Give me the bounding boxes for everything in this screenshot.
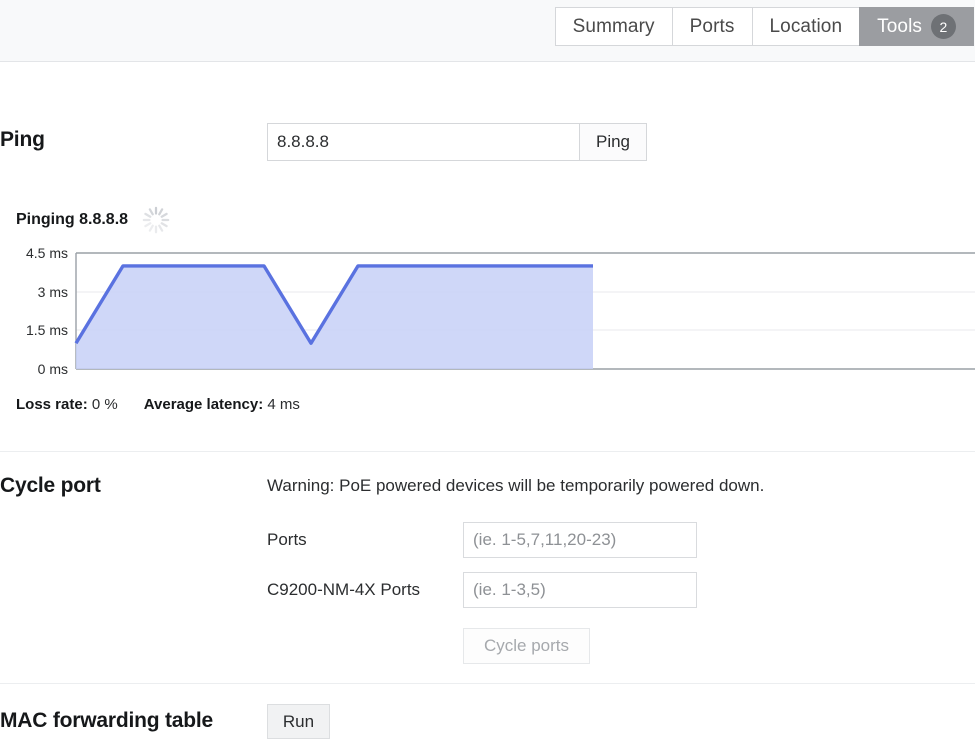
- latency-area: [76, 265, 593, 369]
- ping-target-input[interactable]: [267, 123, 579, 161]
- ping-status-text: Pinging 8.8.8.8: [16, 211, 129, 228]
- loading-spinner-icon: [142, 206, 170, 234]
- divider-ping-cycleport: [0, 451, 975, 452]
- mac-table-run-button[interactable]: Run: [267, 704, 330, 739]
- tab-summary[interactable]: Summary: [554, 7, 672, 46]
- ping-section-title: Ping: [0, 128, 45, 151]
- latency-chart-svg: 4.5 ms 3 ms 1.5 ms 0 ms: [26, 245, 975, 377]
- ytick-label-1_5: 1.5 ms: [26, 322, 68, 338]
- header-strip: Summary Ports Location Tools 2: [0, 0, 975, 62]
- tab-location-label: Location: [769, 15, 843, 37]
- ytick-label-3: 3 ms: [38, 284, 68, 300]
- ports-field-label: Ports: [267, 530, 307, 549]
- ytick-label-0: 0 ms: [38, 361, 68, 377]
- tab-ports-label: Ports: [689, 15, 735, 37]
- ping-input-group: Ping: [267, 123, 647, 161]
- tab-tools-label: Tools: [877, 15, 922, 37]
- loss-rate-stat: Loss rate: 0 %: [16, 396, 118, 413]
- tab-tools-badge: 2: [931, 14, 956, 39]
- device-tabs: Summary Ports Location Tools 2: [554, 7, 974, 46]
- module-ports-input[interactable]: [463, 572, 697, 608]
- mac-forwarding-table-title: MAC forwarding table: [0, 709, 214, 732]
- tab-ports[interactable]: Ports: [671, 7, 752, 46]
- divider-cycleport-mactable: [0, 683, 975, 684]
- cycle-port-section-title: Cycle port: [0, 474, 101, 497]
- avg-latency-label: Average latency:: [143, 396, 264, 413]
- avg-latency-stat: Average latency: 4 ms: [144, 396, 300, 413]
- cycle-ports-button[interactable]: Cycle ports: [463, 628, 590, 664]
- poe-warning-text: Warning: PoE powered devices will be tem…: [267, 476, 765, 495]
- ports-input[interactable]: [463, 522, 697, 558]
- ping-stats: Loss rate: 0 % Average latency: 4 ms: [16, 396, 300, 413]
- loss-rate-value: 0 %: [91, 396, 118, 413]
- tools-panel: Summary Ports Location Tools 2 Ping Ping…: [0, 0, 975, 749]
- module-ports-field-row: C9200-NM-4X Ports: [267, 572, 697, 608]
- ping-status: Pinging 8.8.8.8: [16, 205, 171, 235]
- avg-latency-value: 4 ms: [267, 396, 300, 413]
- tab-summary-label: Summary: [572, 15, 655, 37]
- loss-rate-label: Loss rate:: [16, 396, 88, 413]
- ping-button[interactable]: Ping: [579, 123, 647, 161]
- tab-location[interactable]: Location: [751, 7, 860, 46]
- tab-tools[interactable]: Tools 2: [859, 7, 974, 46]
- ytick-label-4_5: 4.5 ms: [26, 245, 68, 261]
- module-ports-field-label: C9200-NM-4X Ports: [267, 580, 421, 599]
- ports-field-row: Ports: [267, 522, 697, 558]
- ping-latency-chart: 4.5 ms 3 ms 1.5 ms 0 ms: [0, 240, 975, 380]
